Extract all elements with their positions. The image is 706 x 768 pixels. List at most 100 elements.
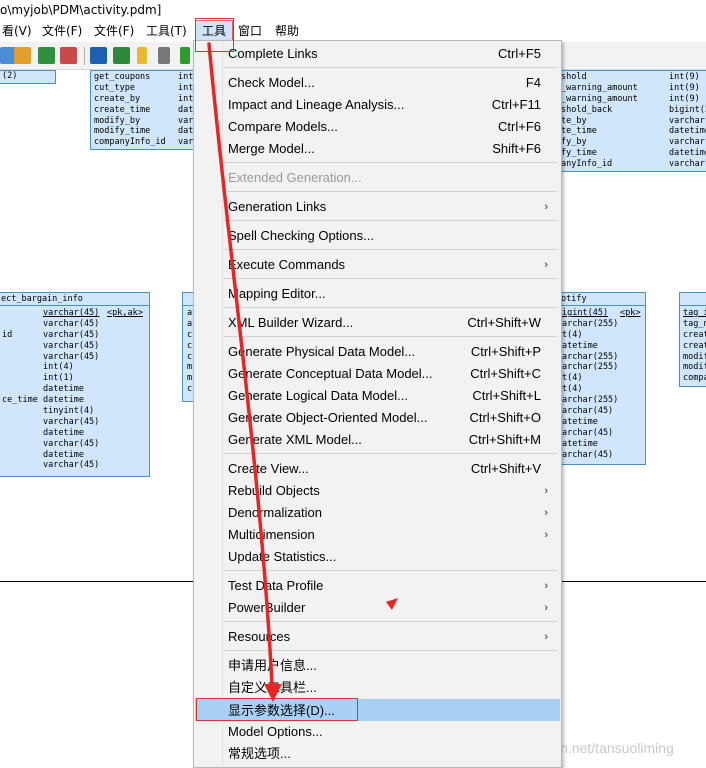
menu-item-mapping-editor[interactable]: Mapping Editor... bbox=[195, 283, 560, 305]
column-type: tinyint(4) bbox=[43, 406, 95, 417]
menu-item-label: Generate Logical Data Model... bbox=[228, 388, 408, 403]
column-type: archar(255) bbox=[562, 351, 619, 362]
column-type: int(9) bbox=[669, 93, 700, 104]
column-type: int(9) bbox=[669, 72, 700, 82]
menu-help[interactable]: 帮助 bbox=[273, 20, 301, 42]
column-name: fy_by bbox=[561, 137, 587, 148]
table-entity[interactable]: get_coupons int cut_type int create_by int … bbox=[90, 70, 194, 150]
menu-item-merge-model[interactable]: Merge Model... Shift+F6 bbox=[195, 138, 560, 160]
menu-item-label: 申请用户信息... bbox=[228, 658, 317, 673]
menu-item-impact-analysis[interactable]: Impact and Lineage Analysis... Ctrl+F11 bbox=[195, 94, 560, 116]
window-title: o\myjob\PDM\activity.pdm] bbox=[0, 0, 706, 20]
chevron-right-icon: › bbox=[544, 201, 548, 213]
menu-item-label: Complete Links bbox=[228, 46, 318, 61]
menu-separator bbox=[224, 220, 557, 221]
menu-separator bbox=[224, 307, 557, 308]
menu-item-label: Update Statistics... bbox=[228, 549, 337, 564]
menu-item-resources[interactable]: Resources › bbox=[195, 626, 560, 648]
pencil-icon[interactable] bbox=[137, 47, 147, 64]
menu-item-xml-builder[interactable]: XML Builder Wizard... Ctrl+Shift+W bbox=[195, 312, 560, 334]
chevron-right-icon: › bbox=[544, 631, 548, 643]
menu-item-general-options[interactable]: 常规选项... bbox=[195, 743, 560, 765]
column-type: varchar(45) bbox=[43, 329, 100, 340]
menu-item-test-data-profile[interactable]: Test Data Profile › bbox=[195, 575, 560, 597]
menu-separator bbox=[224, 278, 557, 279]
menu-item-generation-links[interactable]: Generation Links › bbox=[195, 196, 560, 218]
column-type: datetime bbox=[43, 427, 84, 438]
menu-file-2[interactable]: 文件(F) bbox=[92, 20, 136, 42]
column-name: te_time bbox=[561, 126, 597, 137]
menu-item-label: Denormalization bbox=[228, 505, 322, 520]
menu-separator bbox=[224, 191, 557, 192]
grid-icon[interactable] bbox=[113, 47, 130, 64]
users-icon[interactable] bbox=[14, 47, 31, 64]
chevron-right-icon: › bbox=[544, 602, 548, 614]
column-type: dat bbox=[178, 104, 194, 115]
menu-item-complete-links[interactable]: Complete Links Ctrl+F5 bbox=[195, 43, 560, 65]
menu-item-model-options[interactable]: Model Options... bbox=[195, 721, 560, 743]
column-name: c bbox=[187, 351, 193, 362]
menu-item-label: Create View... bbox=[228, 461, 309, 476]
menu-item-rebuild-objects[interactable]: Rebuild Objects › bbox=[195, 480, 560, 502]
column-name: m bbox=[187, 362, 193, 373]
menu-item-multidimension[interactable]: Multidimension › bbox=[195, 524, 560, 546]
text-icon[interactable] bbox=[180, 47, 190, 64]
column-type: datetime bbox=[669, 148, 706, 159]
column-type: int(9) bbox=[669, 82, 700, 93]
shortcut-label: Ctrl+Shift+C bbox=[470, 366, 541, 381]
menu-window[interactable]: 窗口 bbox=[236, 20, 264, 42]
table-title: ect_bargain_info bbox=[0, 293, 149, 306]
menu-item-customize-toolbar[interactable]: 自定义工具栏... bbox=[195, 677, 560, 699]
menu-item-display-preferences[interactable]: 显示参数选择(D)... bbox=[195, 699, 560, 721]
menu-separator bbox=[224, 453, 557, 454]
menu-item-generate-cdm[interactable]: Generate Conceptual Data Model... Ctrl+Sh… bbox=[195, 363, 560, 385]
menu-item-create-view[interactable]: Create View... Ctrl+Shift+V bbox=[195, 458, 560, 480]
column-name: _warning_amount bbox=[561, 82, 638, 93]
menu-separator bbox=[224, 249, 557, 250]
column-name: get_coupons bbox=[94, 72, 151, 82]
shortcut-label: F4 bbox=[525, 75, 541, 90]
menu-item-generate-pdm[interactable]: Generate Physical Data Model... Ctrl+Shif… bbox=[195, 341, 560, 363]
menu-tools-cn[interactable]: 工具 bbox=[195, 20, 233, 42]
menu-view[interactable]: 看(V) bbox=[0, 20, 34, 42]
column-name: modif bbox=[683, 362, 706, 373]
table-entity[interactable]: ect_bargain_info varchar(45) <pk,ak> varc… bbox=[0, 292, 150, 477]
menu-item-generate-xml[interactable]: Generate XML Model... Ctrl+Shift+M bbox=[195, 429, 560, 451]
toolbar-separator bbox=[84, 47, 85, 65]
tools-dropdown-menu: Complete Links Ctrl+F5 Check Model... F4 I… bbox=[193, 40, 562, 768]
menu-item-spell-checking[interactable]: Spell Checking Options... bbox=[195, 225, 560, 247]
paint-bucket-icon[interactable] bbox=[158, 47, 170, 64]
column-type: atetime bbox=[562, 416, 598, 427]
menu-item-execute-commands[interactable]: Execute Commands › bbox=[195, 254, 560, 276]
column-name: creat bbox=[683, 329, 706, 340]
menu-file[interactable]: 文件(F) bbox=[40, 20, 84, 42]
menu-tools[interactable]: 工具(T) bbox=[144, 20, 189, 42]
menu-item-label: 常规选项... bbox=[228, 746, 291, 761]
column-name: companyInfo_id bbox=[94, 137, 166, 148]
column-type: datetime bbox=[43, 395, 84, 406]
menu-item-label: Model Options... bbox=[228, 724, 323, 739]
shortcut-label: Ctrl+Shift+P bbox=[470, 344, 541, 359]
menu-item-update-statistics[interactable]: Update Statistics... bbox=[195, 546, 560, 568]
column-name: _warning_amount bbox=[561, 93, 638, 104]
menu-item-powerbuilder[interactable]: PowerBuilder › bbox=[195, 597, 560, 619]
shortcut-label: Ctrl+F11 bbox=[491, 97, 541, 112]
menu-item-label: Compare Models... bbox=[228, 119, 338, 134]
table-entity[interactable]: (2) bbox=[0, 70, 56, 84]
menu-separator bbox=[224, 621, 557, 622]
menu-item-check-model[interactable]: Check Model... F4 bbox=[195, 72, 560, 94]
menu-item-label: Rebuild Objects bbox=[228, 483, 320, 498]
menu-item-compare-models[interactable]: Compare Models... Ctrl+F6 bbox=[195, 116, 560, 138]
menu-item-user-info[interactable]: 申请用户信息... bbox=[195, 655, 560, 677]
check-icon[interactable] bbox=[60, 47, 77, 64]
window-icon[interactable] bbox=[90, 47, 107, 64]
menu-separator bbox=[224, 570, 557, 571]
table-entity[interactable]: tag_i tag_n creat creat modif modif comp… bbox=[679, 292, 706, 387]
column-type: int bbox=[178, 72, 194, 82]
menu-item-generate-oom[interactable]: Generate Object-Oriented Model... Ctrl+Sh… bbox=[195, 407, 560, 429]
menu-item-label: 显示参数选择(D)... bbox=[228, 703, 335, 718]
menu-item-denormalization[interactable]: Denormalization › bbox=[195, 502, 560, 524]
column-type: t(4) bbox=[562, 329, 583, 340]
refresh-icon[interactable] bbox=[38, 47, 55, 64]
menu-item-generate-ldm[interactable]: Generate Logical Data Model... Ctrl+Shift… bbox=[195, 385, 560, 407]
